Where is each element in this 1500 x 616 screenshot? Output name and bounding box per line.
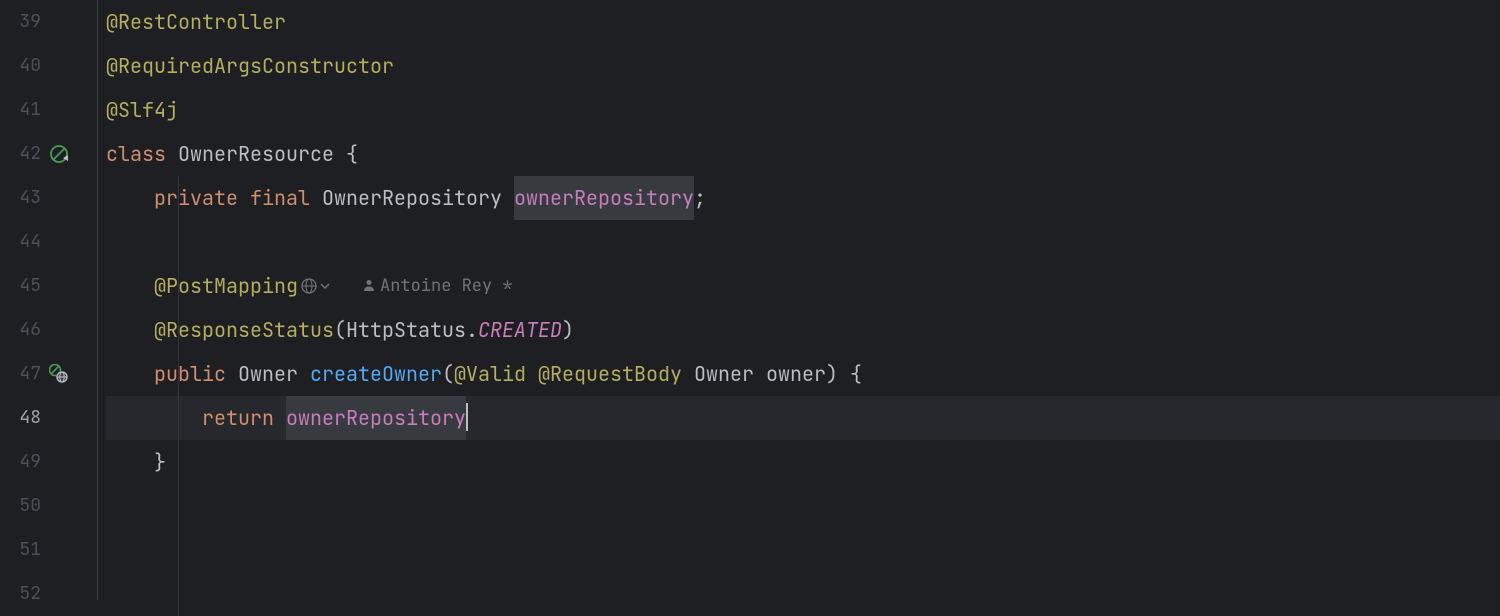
- annotation: @RestController: [106, 0, 286, 44]
- enum-constant: CREATED: [478, 308, 562, 352]
- gutter: 39 40 41 42 43 44 45 46 47 48: [0, 0, 98, 600]
- dot: .: [466, 308, 478, 352]
- author-inlay[interactable]: Antoine Rey *: [362, 264, 513, 308]
- code-line: @RestController: [106, 0, 1500, 44]
- code-editor[interactable]: 39 40 41 42 43 44 45 46 47 48: [0, 0, 1500, 600]
- code-line-active: return ownerRepository: [106, 396, 1500, 440]
- line-number: 44: [0, 220, 45, 264]
- code-line: class OwnerResource {: [106, 132, 1500, 176]
- annotation: @RequestBody: [538, 352, 682, 396]
- person-icon: [362, 278, 378, 294]
- code-line: @PostMapping Antoine Rey *: [106, 264, 1500, 308]
- code-line: [106, 484, 1500, 528]
- paren-close: ): [562, 308, 574, 352]
- paren-open: (: [442, 352, 454, 396]
- annotation: @PostMapping: [154, 264, 298, 308]
- keyword-public: public: [154, 352, 226, 396]
- param-name: owner: [766, 352, 826, 396]
- return-type: Owner: [238, 352, 298, 396]
- author-name: Antoine Rey *: [380, 264, 513, 308]
- chevron-down-icon[interactable]: [320, 275, 334, 297]
- semicolon: ;: [694, 176, 706, 220]
- annotation: @RequiredArgsConstructor: [106, 44, 394, 88]
- line-number: 41: [0, 88, 45, 132]
- line-number: 43: [0, 176, 45, 220]
- line-number: 45: [0, 264, 45, 308]
- keyword-return: return: [202, 396, 274, 440]
- line-number: 40: [0, 44, 45, 88]
- annotation: @ResponseStatus: [154, 308, 334, 352]
- field-name: ownerRepository: [514, 176, 694, 220]
- error-underline: [468, 396, 480, 440]
- line-number: 49: [0, 440, 45, 484]
- code-line: [106, 572, 1500, 616]
- error-underline: [274, 396, 286, 440]
- keyword-private: private: [154, 176, 238, 220]
- class-name: OwnerResource: [178, 132, 334, 176]
- type: HttpStatus: [346, 308, 466, 352]
- keyword-class: class: [106, 132, 166, 176]
- code-area[interactable]: @RestController @RequiredArgsConstructor…: [98, 0, 1500, 600]
- line-number: 48: [0, 396, 45, 440]
- line-number: 52: [0, 572, 45, 616]
- code-line: }: [106, 440, 1500, 484]
- line-number: 46: [0, 308, 45, 352]
- globe-icon[interactable]: [298, 275, 320, 297]
- line-number: 51: [0, 528, 45, 572]
- line-number: 50: [0, 484, 45, 528]
- paren-open: (: [334, 308, 346, 352]
- code-line: @Slf4j: [106, 88, 1500, 132]
- keyword-final: final: [250, 176, 310, 220]
- code-line: [106, 528, 1500, 572]
- field-ref: ownerRepository: [286, 396, 466, 440]
- web-endpoint-icon[interactable]: [48, 363, 70, 385]
- line-number: 42: [0, 132, 45, 176]
- brace: {: [334, 132, 358, 176]
- line-number: 39: [0, 0, 45, 44]
- annotation: @Slf4j: [106, 88, 178, 132]
- type: OwnerRepository: [322, 176, 502, 220]
- brace-close: }: [154, 440, 166, 484]
- code-line: [106, 220, 1500, 264]
- line-number: 47: [0, 352, 45, 396]
- param-type: Owner: [694, 352, 754, 396]
- code-line: @ResponseStatus(HttpStatus.CREATED): [106, 308, 1500, 352]
- code-line: @RequiredArgsConstructor: [106, 44, 1500, 88]
- no-entry-icon[interactable]: [48, 143, 70, 165]
- annotation: @Valid: [454, 352, 526, 396]
- code-line: public Owner createOwner(@Valid @Request…: [106, 352, 1500, 396]
- code-line: private final OwnerRepository ownerRepos…: [106, 176, 1500, 220]
- method-name: createOwner: [310, 352, 442, 396]
- paren-close-brace: ) {: [826, 352, 862, 396]
